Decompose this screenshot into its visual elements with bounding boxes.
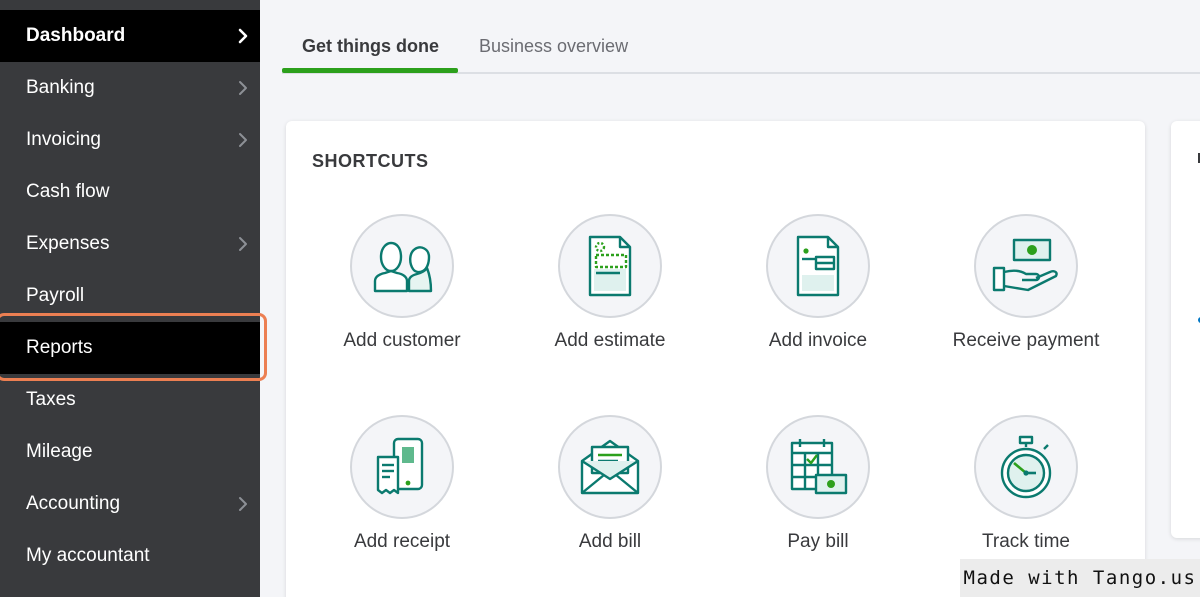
stopwatch-icon xyxy=(974,415,1078,519)
bill-icon xyxy=(558,415,662,519)
sidebar-item-label: Taxes xyxy=(26,389,76,410)
sidebar-item-label: Mileage xyxy=(26,441,93,462)
sidebar-item-reports[interactable]: Reports xyxy=(0,322,260,374)
shortcut-add-bill[interactable]: Add bill xyxy=(520,415,700,565)
secondary-card xyxy=(1171,121,1200,538)
shortcut-add-estimate[interactable]: Add estimate xyxy=(520,214,700,364)
tango-watermark: Made with Tango.us xyxy=(960,559,1200,597)
estimate-icon xyxy=(558,214,662,318)
customer-icon xyxy=(350,214,454,318)
sidebar-item-label: Banking xyxy=(26,77,95,98)
shortcut-receive-payment[interactable]: Receive payment xyxy=(936,214,1116,364)
sidebar-item-label: Expenses xyxy=(26,233,110,254)
chevron-right-icon xyxy=(226,236,260,252)
receipt-icon xyxy=(350,415,454,519)
chevron-right-icon xyxy=(226,496,260,512)
sidebar-item-label: Cash flow xyxy=(26,181,110,202)
sidebar-item-accounting[interactable]: Accounting xyxy=(0,478,260,530)
shortcut-track-time[interactable]: Track time xyxy=(936,415,1116,565)
shortcuts-card: SHORTCUTS Add customer Add estimate Add … xyxy=(286,121,1145,597)
shortcut-label: Add customer xyxy=(343,330,461,351)
shortcut-pay-bill[interactable]: Pay bill xyxy=(728,415,908,565)
shortcut-label: Receive payment xyxy=(952,330,1100,351)
chevron-right-icon xyxy=(226,80,260,96)
sidebar-item-invoicing[interactable]: Invoicing xyxy=(0,114,260,166)
sidebar-item-expenses[interactable]: Expenses xyxy=(0,218,260,270)
tab-business-overview[interactable]: Business overview xyxy=(479,36,628,57)
sidebar-item-label: Invoicing xyxy=(26,129,101,150)
chevron-right-icon xyxy=(226,28,260,44)
sidebar-item-label: Dashboard xyxy=(26,25,126,46)
shortcut-label: Add bill xyxy=(578,531,642,552)
sidebar-item-label: My accountant xyxy=(26,545,150,566)
sidebar-item-banking[interactable]: Banking xyxy=(0,62,260,114)
active-tab-indicator xyxy=(282,68,458,73)
shortcut-label: Track time xyxy=(982,531,1070,552)
pay-bill-icon xyxy=(766,415,870,519)
sidebar-item-taxes[interactable]: Taxes xyxy=(0,374,260,426)
sidebar-item-mileage[interactable]: Mileage xyxy=(0,426,260,478)
payment-icon xyxy=(974,214,1078,318)
sidebar-item-payroll[interactable]: Payroll xyxy=(0,270,260,322)
shortcut-label: Add estimate xyxy=(554,330,666,351)
sidebar-item-cash-flow[interactable]: Cash flow xyxy=(0,166,260,218)
shortcut-add-customer[interactable]: Add customer xyxy=(312,214,492,364)
chevron-right-icon xyxy=(226,132,260,148)
sidebar-item-my-accountant[interactable]: My accountant xyxy=(0,530,260,582)
sidebar-item-label: Accounting xyxy=(26,493,121,514)
shortcut-add-receipt[interactable]: Add receipt xyxy=(312,415,492,565)
shortcut-label: Add invoice xyxy=(768,330,868,351)
shortcut-label: Add receipt xyxy=(353,531,451,552)
sidebar: Dashboard Banking Invoicing Cash flow Ex… xyxy=(0,0,260,597)
sidebar-item-dashboard[interactable]: Dashboard xyxy=(0,10,260,62)
sidebar-item-label: Reports xyxy=(26,337,93,358)
tab-get-things-done[interactable]: Get things done xyxy=(302,36,439,57)
sidebar-item-label: Payroll xyxy=(26,285,85,306)
invoice-icon xyxy=(766,214,870,318)
shortcut-label: Pay bill xyxy=(787,531,849,552)
tab-bar: Get things done Business overview xyxy=(282,0,1200,74)
shortcut-add-invoice[interactable]: Add invoice xyxy=(728,214,908,364)
shortcuts-title: SHORTCUTS xyxy=(312,151,429,171)
